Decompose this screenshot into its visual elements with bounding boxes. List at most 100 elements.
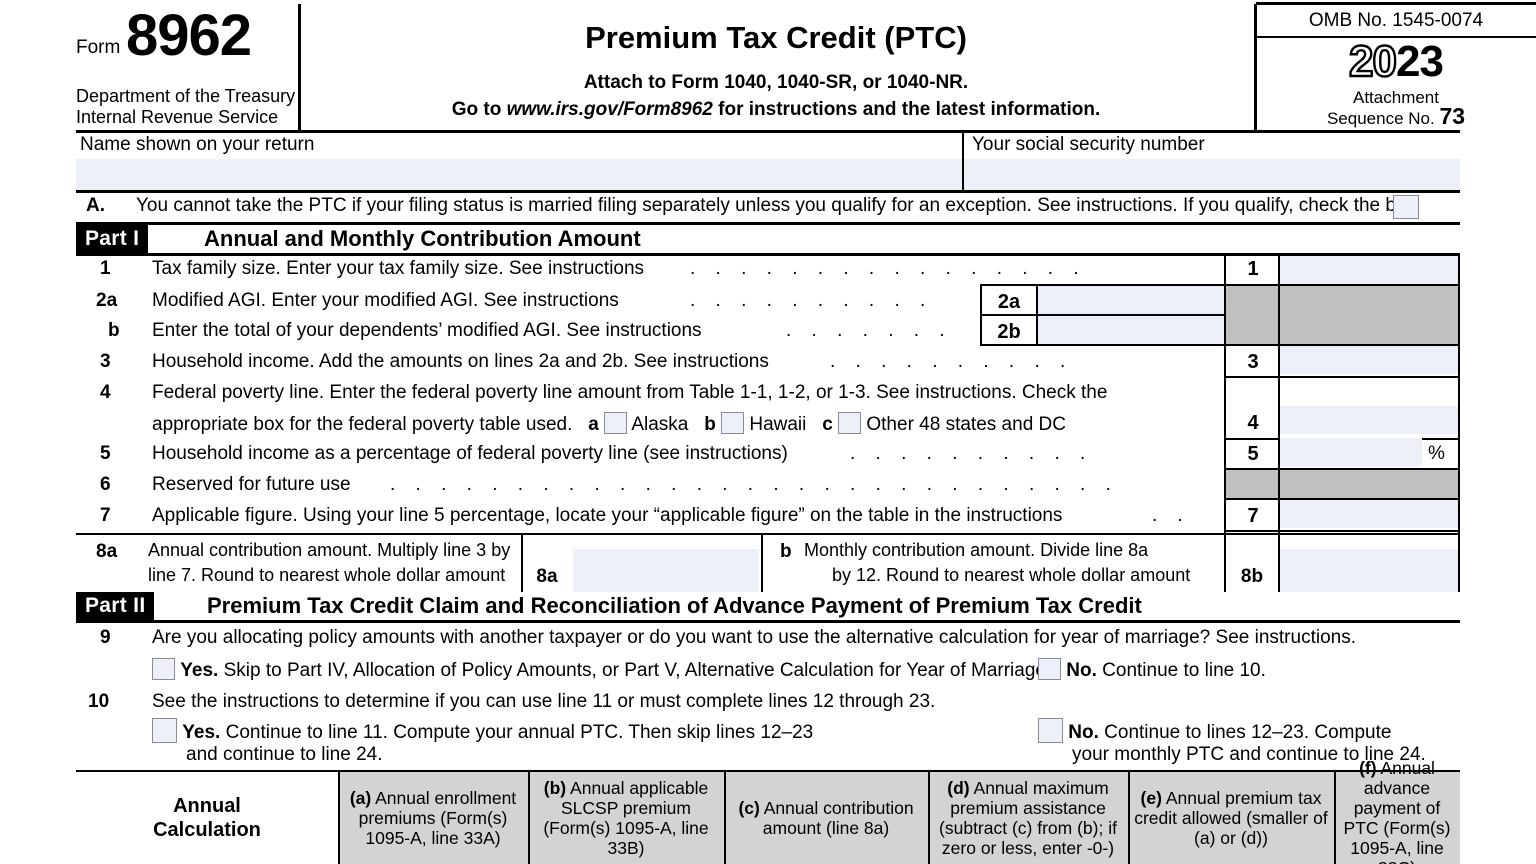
line-8b-box-label: 8b [1240,566,1264,587]
line-7-leader: . . [1152,505,1191,526]
line-4-text-line-1: Federal poverty line. Enter the federal … [152,382,1108,403]
line-2b-box-label: 2b [997,321,1021,343]
col-e-text: Annual premium tax credit allowed (small… [1134,788,1328,848]
annual-table-col-d: (d) Annual maximum premium assistance (s… [928,772,1128,864]
line-2-shaded-numcell [1226,286,1278,344]
line-9-yes-checkbox[interactable] [152,658,175,680]
part-1-banner: Part I Annual and Monthly Contribution A… [76,225,1460,253]
attachment-label-line-2: Sequence No. [1326,109,1435,128]
line-2a-number: 2a [96,290,118,311]
line-1-text: Tax family size. Enter your tax family s… [152,258,645,279]
goto-instruction: Go to www.irs.gov/Form8962 for instructi… [300,99,1252,121]
line-6-text: Reserved for future use [152,474,351,495]
name-field-group[interactable]: Name shown on your return [76,133,962,190]
form-8962-page: Form 8962 Department of the Treasury Int… [0,0,1536,864]
line-3-input[interactable] [1280,346,1458,374]
line-2-shaded-amtcell [1280,286,1458,344]
col-c-text: Annual contribution amount (line 8a) [759,798,914,838]
line-3-number: 3 [100,351,111,372]
ssn-input[interactable] [962,159,1460,190]
line-2a-input[interactable] [1038,286,1224,314]
line-10-no-option[interactable]: No. Continue to lines 12–23. Compute [1038,718,1391,744]
form-word-label: Form [76,37,121,58]
line-8b-number: b [780,541,792,562]
line-10-yes-checkbox[interactable] [152,718,177,743]
line-10-yes-option[interactable]: Yes. Continue to line 11. Compute your a… [152,718,813,744]
part-2-tag: Part II [76,592,155,620]
annual-table-col-f: (f) Annual advance payment of PTC (Form(… [1334,758,1460,864]
item-a-checkbox[interactable] [1393,195,1419,219]
line-8b-text-line-2: by 12. Round to nearest whole dollar amo… [832,565,1191,585]
col-a-text: Annual enrollment premiums (Form(s) 1095… [358,788,517,848]
line-8b-text-line-1: Monthly contribution amount. Divide line… [804,540,1149,560]
annual-calculation-row-label: Annual Calculation [76,772,338,864]
line-8a-number: 8a [96,541,118,562]
line-8b-input[interactable] [1280,549,1458,592]
line-4-option-c-letter: c [822,414,833,435]
line-10-no-checkbox[interactable] [1038,718,1063,743]
line-4-alaska-checkbox[interactable] [604,412,628,434]
col-b-marker: (b) [543,778,567,798]
line-4-input[interactable] [1280,406,1458,434]
line-4-box-label: 4 [1247,412,1259,434]
part-2-banner: Part II Premium Tax Credit Claim and Rec… [76,592,1460,620]
attach-instruction: Attach to Form 1040, 1040-SR, or 1040-NR… [583,72,969,93]
item-a-text: You cannot take the PTC if your filing s… [136,195,1417,216]
tax-year-solid-part: 23 [1396,37,1444,86]
line-4-option-a-label: Alaska [631,414,689,435]
line-10-yes-text-line-2: and continue to line 24. [186,744,383,765]
annual-calculation-label-line-2: Calculation [153,819,261,841]
line-5-input[interactable] [1280,438,1422,466]
annual-table-sep-1 [338,772,340,864]
col-a-marker: (a) [349,788,372,808]
line-1-box-label: 1 [1247,258,1259,280]
goto-prefix: Go to [451,99,507,120]
line-9-number: 9 [100,627,111,648]
annual-table-sep-4 [928,772,930,864]
attachment-label-line-1: Attachment [1353,88,1439,107]
attachment-sequence: Attachment Sequence No. 73 [1260,88,1532,128]
form-number: 8962 [126,3,252,68]
line-8a-input[interactable] [573,549,759,592]
line-9-no-label: No. [1066,660,1097,681]
line-10-yes-text-line-1: Continue to line 11. Compute your annual… [220,722,814,743]
line-4-other48-checkbox[interactable] [838,412,862,434]
line-2b-input[interactable] [1038,316,1224,344]
annual-table-col-a: (a) Annual enrollment premiums (Form(s) … [338,772,528,864]
line-5-box-label: 5 [1247,443,1259,465]
header-top-rule [1256,2,1536,5]
annual-calculation-table-header: Annual Calculation (a) Annual enrollment… [76,758,1460,864]
line-9-no-option[interactable]: No. Continue to line 10. [1038,658,1266,682]
line-9-no-checkbox[interactable] [1038,658,1061,680]
line-7-input[interactable] [1280,500,1458,528]
line-2b-text: Enter the total of your dependents’ modi… [152,320,702,341]
line-5-text: Household income as a percentage of fede… [152,443,788,464]
col-f-marker: (f) [1359,758,1377,778]
col-b-text: Annual applicable SLCSP premium (Form(s)… [543,778,709,858]
line-7-box-label: 7 [1247,505,1259,527]
part-2-title: Premium Tax Credit Claim and Reconciliat… [207,593,1142,618]
line-10-question: See the instructions to determine if you… [152,691,936,712]
name-input[interactable] [76,159,962,190]
annual-calculation-label-line-1: Annual [173,795,241,817]
line-1-input[interactable] [1280,256,1458,284]
irs-form-url[interactable]: www.irs.gov/Form8962 [507,99,713,120]
col-c-marker: (c) [738,798,760,818]
line-9-yes-option[interactable]: Yes. Skip to Part IV, Allocation of Poli… [152,658,1051,682]
page-title: Premium Tax Credit (PTC) [585,20,967,55]
line-2a-text: Modified AGI. Enter your modified AGI. S… [152,290,619,311]
name-label: Name shown on your return [80,134,315,155]
part-1-tag: Part I [76,225,149,253]
part-1-rule [76,253,1460,256]
ssn-field-group[interactable]: Your social security number [962,133,1460,190]
identity-band-bottom-rule [76,190,1460,193]
line-6-shaded-amtcell [1280,470,1458,498]
line-6-shaded-numcell [1226,470,1278,498]
line-4-option-b-label: Hawaii [749,414,807,435]
tax-year: 2023 [1260,37,1532,86]
part-2-rule [76,620,1460,623]
line-3-bottom-rule [1224,376,1460,378]
line-4-hawaii-checkbox[interactable] [721,412,745,434]
line-4-option-b-letter: b [704,414,716,435]
line-10-yes-label: Yes. [182,722,221,743]
